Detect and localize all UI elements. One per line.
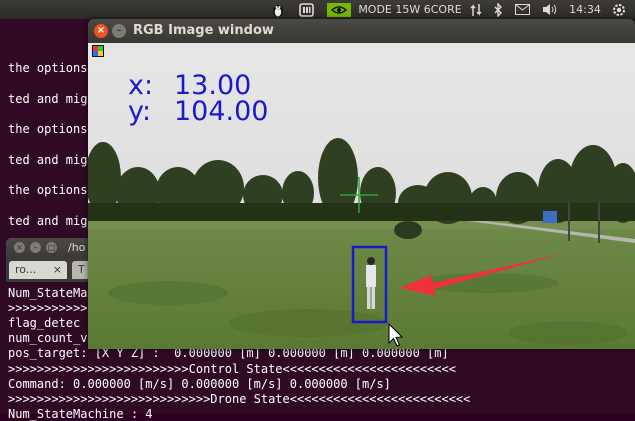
close-icon[interactable]: × (94, 24, 108, 38)
terminal-line: ted and mig (8, 153, 88, 167)
camera-image (88, 43, 635, 349)
window-title: RGB Image window (133, 23, 274, 38)
y-value: 104.00 (174, 96, 269, 127)
minimize-icon[interactable]: – (30, 242, 41, 253)
terminal2-line: flag_detec (8, 316, 81, 330)
clock-time[interactable]: 14:34 (566, 1, 604, 18)
nvidia-icon[interactable] (326, 1, 352, 18)
terminal-line: ted and mig (8, 92, 88, 106)
terminal-line: the options (8, 183, 88, 197)
terminal2-line: >>>>>>>>>>>>>>>>>>>>>>>>>>>>Drone State<… (8, 392, 471, 406)
app-icon (92, 45, 104, 57)
tab-close-icon[interactable]: × (53, 261, 62, 279)
image-view[interactable]: x: 13.00 y: 104.00 (88, 43, 635, 349)
terminal-line: the options (8, 61, 88, 75)
y-label: y: (128, 96, 152, 127)
tab-label: T (78, 263, 85, 276)
terminal-tab[interactable]: ro... × (9, 261, 67, 279)
close-icon[interactable]: × (14, 242, 25, 253)
mail-icon[interactable] (513, 1, 531, 18)
rgb-image-window[interactable]: × – RGB Image window x: 13.00 y: 104.00 (88, 19, 635, 349)
terminal2-line: Num_StateMa (8, 286, 88, 300)
terminal2-line: num_count_v (8, 331, 88, 345)
volume-icon[interactable] (540, 1, 560, 18)
terminal2-line: >>>>>>>>>>> (8, 301, 88, 315)
terminal-line: the options (8, 122, 88, 136)
maximize-icon[interactable]: □ (46, 242, 57, 253)
terminal-line: ted and mig (8, 214, 88, 228)
window-titlebar[interactable]: × – RGB Image window (88, 19, 635, 43)
terminal2-line: Num_StateMachine : 4 (8, 407, 153, 421)
second-terminal-title: /ho (68, 241, 86, 254)
tab-label: ro... (15, 263, 37, 276)
terminal2-line: >>>>>>>>>>>>>>>>>>>>>>>>>Control State<<… (8, 362, 456, 376)
power-gear-icon[interactable] (610, 1, 628, 18)
power-mode-label[interactable]: MODE 15W 6CORE (356, 1, 464, 18)
media-icon[interactable] (296, 1, 316, 18)
network-arrows-icon[interactable] (468, 1, 484, 18)
bluetooth-icon[interactable] (490, 1, 506, 18)
ubuntu-linux-tux-icon[interactable] (268, 1, 288, 18)
top-panel: MODE 15W 6CORE 14:34 (0, 0, 635, 19)
terminal2-line: Command: 0.000000 [m/s] 0.000000 [m/s] 0… (8, 377, 391, 391)
minimize-icon[interactable]: – (112, 24, 126, 38)
